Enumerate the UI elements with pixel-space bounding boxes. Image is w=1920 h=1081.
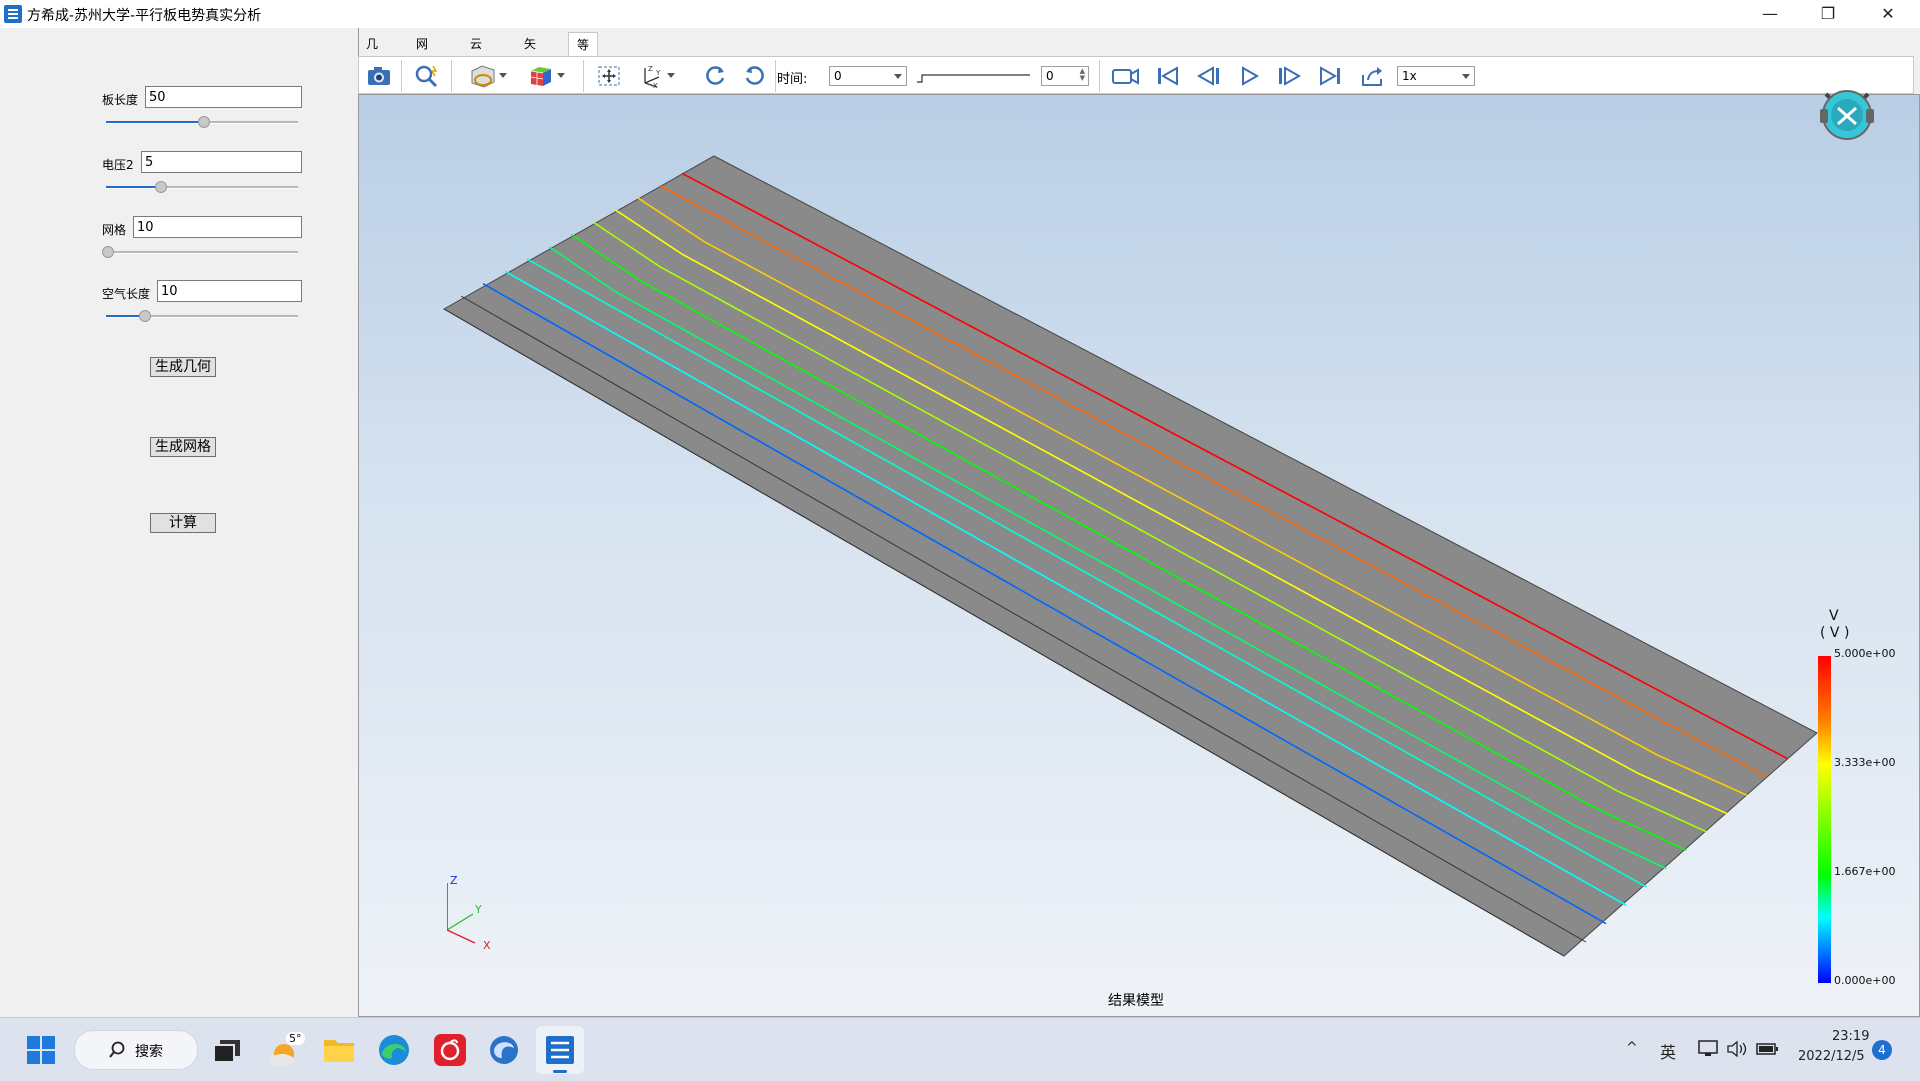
active-app-icon[interactable] bbox=[536, 1026, 584, 1074]
svg-text:Y: Y bbox=[655, 69, 661, 77]
legend-color-bar bbox=[1818, 656, 1831, 983]
legend-unit: ( V ) bbox=[1820, 625, 1850, 641]
color-cube-icon[interactable] bbox=[527, 63, 555, 89]
generate-geometry-button[interactable]: 生成几何 bbox=[150, 357, 216, 377]
plate-length-slider-thumb[interactable] bbox=[198, 116, 210, 128]
spin-arrows-icon[interactable]: ▲ ▼ bbox=[1080, 68, 1085, 82]
air-length-input[interactable]: 10 bbox=[157, 280, 302, 302]
tab-mesh1[interactable]: 网格1 bbox=[408, 32, 436, 99]
app-logo-icon bbox=[1816, 80, 1878, 142]
legend-tick-3: 1.667e+00 bbox=[1834, 865, 1896, 878]
search-icon bbox=[109, 1041, 125, 1058]
tab-vector1[interactable]: 矢量1 bbox=[516, 32, 544, 99]
file-explorer-icon[interactable] bbox=[324, 1036, 354, 1064]
task-view-icon[interactable] bbox=[213, 1040, 240, 1063]
last-frame-icon[interactable] bbox=[1317, 63, 1345, 89]
tab-contour1[interactable]: 云图1 bbox=[462, 32, 490, 99]
zoom-icon[interactable] bbox=[413, 63, 441, 89]
window-title: 方希成-苏州大学-平行板电势真实分析 bbox=[27, 8, 262, 24]
netease-music-icon[interactable] bbox=[434, 1034, 466, 1066]
result-model-canvas[interactable] bbox=[359, 95, 1920, 1017]
record-icon[interactable] bbox=[1111, 63, 1139, 89]
mesh-slider[interactable] bbox=[106, 251, 298, 254]
export-icon[interactable] bbox=[1359, 63, 1387, 89]
axis-label-z: Z bbox=[450, 875, 458, 887]
display-mode-icon[interactable] bbox=[469, 63, 497, 89]
plate-length-input[interactable]: 50 bbox=[145, 86, 302, 108]
title-bar: 方希成-苏州大学-平行板电势真实分析 — ❐ ✕ bbox=[0, 0, 1920, 28]
time-label: 时间: bbox=[777, 72, 808, 87]
axis-label-y: Y bbox=[474, 903, 482, 916]
next-frame-icon[interactable] bbox=[1275, 63, 1303, 89]
speed-select-value: 1x bbox=[1402, 69, 1417, 83]
speed-select[interactable]: 1x bbox=[1397, 66, 1475, 86]
mesh-input[interactable]: 10 bbox=[133, 216, 302, 238]
rotate-cw-icon[interactable] bbox=[701, 63, 729, 89]
plate-length-slider-fill bbox=[106, 121, 202, 123]
edge-browser-icon[interactable] bbox=[378, 1034, 410, 1066]
voltage2-label: 电压2 bbox=[102, 158, 134, 172]
first-frame-icon[interactable] bbox=[1153, 63, 1181, 89]
app-icon bbox=[4, 5, 22, 23]
legend-tick-2: 3.333e+00 bbox=[1834, 756, 1896, 769]
air-length-slider-thumb[interactable] bbox=[139, 310, 151, 322]
tab-geometry[interactable]: 几何 bbox=[358, 32, 386, 75]
search-label: 搜索 bbox=[135, 1044, 163, 1060]
time-select-value: 0 bbox=[834, 69, 842, 83]
start-icon[interactable] bbox=[27, 1036, 55, 1064]
legend-title: V bbox=[1829, 608, 1839, 624]
viewport-caption: 结果模型 bbox=[1108, 993, 1164, 1009]
network-icon[interactable] bbox=[1698, 1040, 1720, 1058]
mesh-label: 网格 bbox=[102, 223, 127, 237]
taskbar: 搜索 5° ^ 英 23:19 2022/12/5 bbox=[0, 1017, 1920, 1081]
air-length-label: 空气长度 bbox=[102, 287, 151, 301]
plate-length-label: 板长度 bbox=[102, 93, 139, 107]
axes-icon[interactable]: ZYX bbox=[637, 63, 665, 89]
restore-button[interactable]: ❐ bbox=[1800, 0, 1856, 28]
result-viewport[interactable]: Z Y X bbox=[358, 94, 1920, 1017]
svg-text:Z: Z bbox=[648, 65, 653, 73]
time-slider[interactable] bbox=[915, 67, 1033, 85]
battery-icon[interactable] bbox=[1756, 1040, 1780, 1058]
clock-time[interactable]: 23:19 bbox=[1832, 1029, 1869, 1044]
compute-button[interactable]: 计算 bbox=[150, 513, 216, 533]
rotate-ccw-icon[interactable] bbox=[741, 63, 769, 89]
viewer-toolbar: ZYX 时间: 0 0 ▲ ▼ 1x bbox=[358, 56, 1914, 94]
frame-spinbox[interactable]: 0 ▲ ▼ bbox=[1041, 66, 1089, 86]
prev-frame-icon[interactable] bbox=[1195, 63, 1223, 89]
frame-spinbox-value: 0 bbox=[1046, 69, 1054, 83]
voltage2-slider-thumb[interactable] bbox=[155, 181, 167, 193]
legend-tick-min: 0.000e+00 bbox=[1834, 974, 1896, 987]
close-button[interactable]: ✕ bbox=[1860, 0, 1916, 28]
weather-temp: 5° bbox=[286, 1032, 305, 1045]
generate-mesh-button[interactable]: 生成网格 bbox=[150, 437, 216, 457]
time-select[interactable]: 0 bbox=[829, 66, 907, 86]
fit-view-icon[interactable] bbox=[595, 63, 623, 89]
display-mode-dropdown[interactable] bbox=[497, 66, 511, 86]
weather-icon[interactable]: 5° bbox=[268, 1032, 305, 1068]
search-box[interactable]: 搜索 bbox=[74, 1030, 198, 1070]
notification-badge[interactable]: 4 bbox=[1872, 1040, 1892, 1060]
app-swirl-icon[interactable] bbox=[488, 1034, 520, 1066]
svg-text:X: X bbox=[653, 82, 658, 89]
input-language[interactable]: 英 bbox=[1660, 1039, 1676, 1063]
plate-surface bbox=[442, 155, 1818, 957]
tray-overflow-icon[interactable]: ^ bbox=[1626, 1040, 1638, 1056]
minimize-button[interactable]: — bbox=[1742, 0, 1798, 28]
camera-icon[interactable] bbox=[365, 63, 393, 89]
play-icon[interactable] bbox=[1235, 63, 1263, 89]
axes-dropdown[interactable] bbox=[665, 66, 679, 86]
volume-icon[interactable] bbox=[1726, 1040, 1748, 1058]
axis-triad: Z Y X bbox=[447, 875, 491, 952]
legend-tick-max: 5.000e+00 bbox=[1834, 647, 1896, 660]
voltage2-slider-fill bbox=[106, 186, 160, 188]
tab-equipotential[interactable]: 等势线 bbox=[568, 32, 599, 100]
voltage2-input[interactable]: 5 bbox=[141, 151, 302, 173]
clock-date[interactable]: 2022/12/5 bbox=[1798, 1049, 1865, 1064]
color-cube-dropdown[interactable] bbox=[555, 66, 569, 86]
mesh-slider-thumb[interactable] bbox=[102, 246, 114, 258]
axis-label-x: X bbox=[483, 939, 491, 952]
